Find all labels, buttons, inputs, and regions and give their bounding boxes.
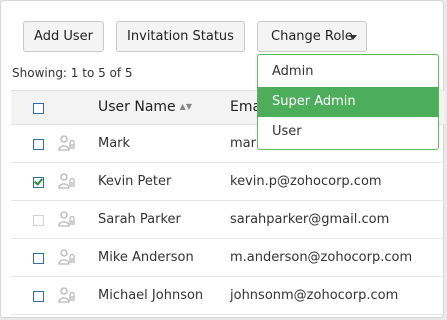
user-name-cell: Sarah Parker — [98, 212, 181, 227]
user-lock-icon — [58, 211, 76, 227]
row-checkbox[interactable] — [33, 176, 44, 188]
user-name-cell: Michael Johnson — [98, 288, 204, 303]
table-row[interactable]: Kevin Peter kevin.p@zohocorp.com — [11, 163, 445, 201]
chevron-down-icon — [349, 35, 357, 40]
user-lock-icon — [58, 135, 76, 151]
invitation-status-button[interactable]: Invitation Status — [116, 21, 245, 52]
add-user-button[interactable]: Add User — [23, 21, 104, 52]
email-cell: m.anderson@zohocorp.com — [230, 250, 413, 265]
email-cell: sarahparker@gmail.com — [230, 212, 390, 227]
user-name-cell: Kevin Peter — [98, 174, 172, 189]
pagination-summary: Showing: 1 to 5 of 5 — [12, 66, 133, 80]
user-name-header-label: User Name — [98, 99, 176, 115]
user-name-cell: Mike Anderson — [98, 250, 194, 265]
table-row[interactable]: Michael Johnson johnsonm@zohocorp.com — [11, 277, 445, 315]
role-option-super-admin[interactable]: Super Admin — [258, 87, 438, 117]
row-checkbox[interactable] — [33, 253, 44, 264]
email-cell: johnsonm@zohocorp.com — [230, 288, 399, 303]
user-lock-icon — [58, 249, 76, 265]
row-checkbox[interactable] — [33, 291, 44, 302]
table-body: Mark mark Kevin Peter kevin.p@zohocorp.com S… — [11, 125, 445, 315]
row-checkbox — [33, 215, 44, 226]
role-option-user[interactable]: User — [258, 117, 438, 147]
user-name-cell: Mark — [98, 136, 131, 151]
user-management-panel: Add User Invitation Status Change Role S… — [0, 0, 445, 318]
user-name-column-header[interactable]: User Name ▲▼ — [98, 99, 192, 115]
role-option-admin[interactable]: Admin — [258, 57, 438, 87]
role-dropdown-menu: Admin Super Admin User — [257, 54, 439, 150]
user-lock-icon — [58, 287, 76, 303]
table-row[interactable]: Sarah Parker sarahparker@gmail.com — [11, 201, 445, 239]
checkmark-icon — [34, 176, 43, 186]
table-row[interactable]: Mike Anderson m.anderson@zohocorp.com — [11, 239, 445, 277]
change-role-label: Change Role — [271, 29, 353, 44]
sort-icon[interactable]: ▲▼ — [180, 102, 192, 111]
select-all-checkbox[interactable] — [33, 103, 44, 114]
row-checkbox[interactable] — [33, 139, 44, 150]
change-role-button[interactable]: Change Role — [257, 21, 367, 52]
user-lock-icon — [58, 173, 76, 189]
email-cell: kevin.p@zohocorp.com — [230, 174, 382, 189]
